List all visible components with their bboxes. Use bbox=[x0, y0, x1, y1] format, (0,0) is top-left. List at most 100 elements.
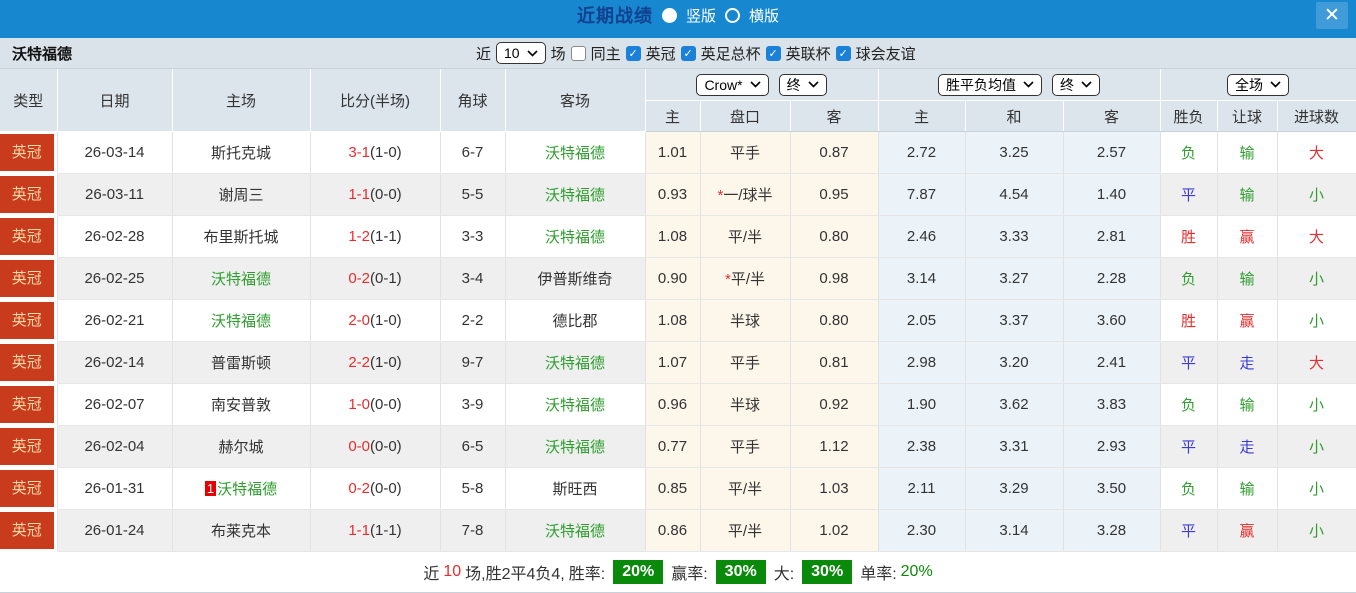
avg-away-cell: 2.57 bbox=[1063, 132, 1160, 174]
avg-odds-select[interactable]: 胜平负均值 bbox=[938, 74, 1042, 96]
league-checkbox-1[interactable]: ✓ bbox=[681, 46, 696, 61]
handicap-cell: 平手 bbox=[700, 426, 790, 468]
handicap-cell: *平/半 bbox=[700, 258, 790, 300]
score-cell: 1-2(1-1) bbox=[310, 216, 440, 258]
home-team-cell: 谢周三 bbox=[172, 174, 310, 216]
league-badge: 英冠 bbox=[0, 512, 54, 549]
home-team-cell: 斯托克城 bbox=[172, 132, 310, 174]
corners-cell: 5-8 bbox=[440, 468, 505, 510]
odds-away-cell: 0.98 bbox=[790, 258, 878, 300]
league-checkbox-0[interactable]: ✓ bbox=[626, 46, 641, 61]
page-title: 近期战绩 bbox=[577, 2, 653, 28]
home-team-cell: 布莱克本 bbox=[172, 510, 310, 552]
avg-draw-cell: 4.54 bbox=[965, 174, 1063, 216]
result-cell: 平 bbox=[1160, 342, 1217, 384]
big-rate-label: 大: bbox=[774, 560, 794, 584]
score-cell: 1-0(0-0) bbox=[310, 384, 440, 426]
away-team-cell: 德比郡 bbox=[505, 300, 645, 342]
chevron-down-icon bbox=[527, 50, 538, 57]
subcol-avg-away: 客 bbox=[1063, 101, 1160, 132]
score-cell: 0-0(0-0) bbox=[310, 426, 440, 468]
odds-home-cell: 0.77 bbox=[645, 426, 700, 468]
rank-badge: 1 bbox=[205, 481, 216, 496]
league-cell: 英冠 bbox=[0, 174, 57, 216]
avg-draw-cell: 3.37 bbox=[965, 300, 1063, 342]
league-badge: 英冠 bbox=[0, 260, 54, 297]
avg-away-cell: 2.81 bbox=[1063, 216, 1160, 258]
goals-result-cell: 大 bbox=[1277, 342, 1356, 384]
same-home-checkbox[interactable]: ✓ bbox=[571, 46, 586, 61]
big-rate-badge: 30% bbox=[802, 560, 852, 584]
handicap-result-cell: 赢 bbox=[1217, 216, 1277, 258]
odds-home-cell: 0.93 bbox=[645, 174, 700, 216]
avg-away-cell: 1.40 bbox=[1063, 174, 1160, 216]
avg-away-cell: 2.28 bbox=[1063, 258, 1160, 300]
odds-away-cell: 0.80 bbox=[790, 216, 878, 258]
odds-home-cell: 0.90 bbox=[645, 258, 700, 300]
handicap-result-cell: 输 bbox=[1217, 258, 1277, 300]
match-date: 26-01-24 bbox=[57, 510, 172, 552]
handicap-cell: 半球 bbox=[700, 384, 790, 426]
col-header-date: 日期 bbox=[57, 69, 172, 132]
handicap-result-cell: 输 bbox=[1217, 384, 1277, 426]
goals-result-cell: 小 bbox=[1277, 300, 1356, 342]
table-row: 英冠 26-03-11 谢周三 1-1(0-0) 5-5 沃特福德 0.93 *… bbox=[0, 174, 1356, 216]
subcol-avg-home: 主 bbox=[878, 101, 965, 132]
subcol-odds-home: 主 bbox=[645, 101, 700, 132]
result-cell: 平 bbox=[1160, 510, 1217, 552]
radio-vertical-label[interactable]: 竖版 bbox=[686, 5, 716, 26]
avg-home-cell: 2.30 bbox=[878, 510, 965, 552]
radio-horizontal-label[interactable]: 横版 bbox=[749, 5, 779, 26]
win-rate-badge: 20% bbox=[613, 560, 663, 584]
corners-cell: 5-5 bbox=[440, 174, 505, 216]
score-cell: 1-1(1-1) bbox=[310, 510, 440, 552]
odds-time-select-2[interactable]: 终 bbox=[1052, 74, 1100, 96]
odds-home-cell: 1.01 bbox=[645, 132, 700, 174]
corners-cell: 6-5 bbox=[440, 426, 505, 468]
avg-away-cell: 3.83 bbox=[1063, 384, 1160, 426]
league-checkbox-3[interactable]: ✓ bbox=[836, 46, 851, 61]
odds-time-select-1[interactable]: 终 bbox=[779, 74, 827, 96]
league-cell: 英冠 bbox=[0, 510, 57, 552]
corners-cell: 3-3 bbox=[440, 216, 505, 258]
table-row: 英冠 26-02-07 南安普敦 1-0(0-0) 3-9 沃特福德 0.96 … bbox=[0, 384, 1356, 426]
handicap-result-cell: 走 bbox=[1217, 342, 1277, 384]
corners-cell: 3-9 bbox=[440, 384, 505, 426]
avg-draw-cell: 3.20 bbox=[965, 342, 1063, 384]
scope-select[interactable]: 全场 bbox=[1227, 74, 1289, 96]
radio-horizontal-layout[interactable] bbox=[725, 8, 740, 23]
summary-record: 场,胜2平4负4, bbox=[465, 560, 565, 584]
league-label-3: 球会友谊 bbox=[856, 43, 916, 64]
league-cell: 英冠 bbox=[0, 216, 57, 258]
odds-away-cell: 1.02 bbox=[790, 510, 878, 552]
match-date: 26-03-11 bbox=[57, 174, 172, 216]
handicap-result-cell: 输 bbox=[1217, 174, 1277, 216]
league-checkbox-2[interactable]: ✓ bbox=[766, 46, 781, 61]
close-icon[interactable]: ✕ bbox=[1316, 2, 1348, 29]
home-team-cell: 布里斯托城 bbox=[172, 216, 310, 258]
odds-home-cell: 1.08 bbox=[645, 216, 700, 258]
radio-vertical-layout[interactable] bbox=[662, 8, 677, 23]
chevron-down-icon bbox=[808, 81, 819, 88]
subcol-handicap: 盘口 bbox=[700, 101, 790, 132]
corners-cell: 3-4 bbox=[440, 258, 505, 300]
league-badge: 英冠 bbox=[0, 134, 54, 171]
result-cell: 负 bbox=[1160, 258, 1217, 300]
avg-odds-group: 胜平负均值 终 bbox=[878, 69, 1160, 101]
avg-away-cell: 2.41 bbox=[1063, 342, 1160, 384]
subcol-handicap-result: 让球 bbox=[1217, 101, 1277, 132]
chevron-down-icon bbox=[1270, 81, 1281, 88]
league-badge: 英冠 bbox=[0, 344, 54, 381]
avg-home-cell: 2.46 bbox=[878, 216, 965, 258]
match-count-select[interactable]: 10 bbox=[496, 42, 546, 64]
result-cell: 平 bbox=[1160, 426, 1217, 468]
odds-company-select[interactable]: Crow* bbox=[696, 74, 768, 96]
goals-result-cell: 小 bbox=[1277, 426, 1356, 468]
match-date: 26-02-21 bbox=[57, 300, 172, 342]
match-date: 26-02-14 bbox=[57, 342, 172, 384]
avg-home-cell: 2.72 bbox=[878, 132, 965, 174]
table-row: 英冠 26-02-25 沃特福德 0-2(0-1) 3-4 伊普斯维奇 0.90… bbox=[0, 258, 1356, 300]
odds-away-cell: 0.92 bbox=[790, 384, 878, 426]
goals-result-cell: 小 bbox=[1277, 174, 1356, 216]
avg-home-cell: 3.14 bbox=[878, 258, 965, 300]
